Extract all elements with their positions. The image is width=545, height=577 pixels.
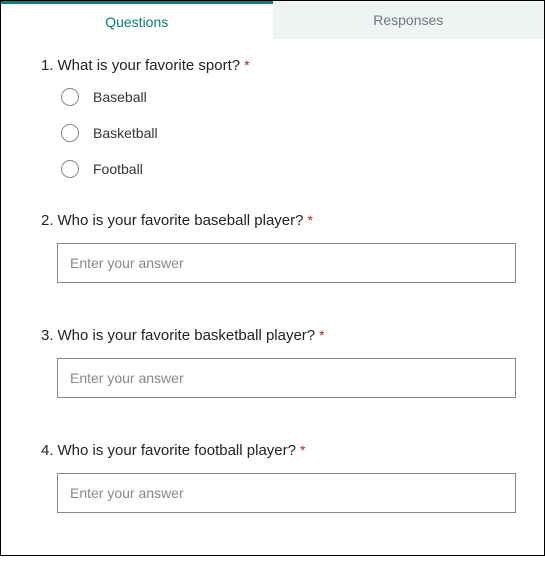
options-group: Baseball Basketball Football xyxy=(41,88,516,178)
required-indicator: * xyxy=(307,212,312,229)
question-heading: 2. Who is your favorite baseball player?… xyxy=(41,212,516,229)
question-text: What is your favorite sport? xyxy=(58,57,241,74)
option-label: Football xyxy=(93,161,143,177)
radio-icon xyxy=(61,160,79,178)
question-number: 4. xyxy=(41,442,54,459)
question-heading: 1. What is your favorite sport? * xyxy=(41,57,516,74)
required-indicator: * xyxy=(244,57,249,74)
form-content: 1. What is your favorite sport? * Baseba… xyxy=(1,39,544,577)
option-baseball[interactable]: Baseball xyxy=(61,88,516,106)
tabs-bar: Questions Responses xyxy=(1,1,544,39)
option-football[interactable]: Football xyxy=(61,160,516,178)
question-4: 4. Who is your favorite football player?… xyxy=(41,442,516,513)
required-indicator: * xyxy=(319,327,324,344)
question-text: Who is your favorite basketball player? xyxy=(58,327,316,344)
question-number: 3. xyxy=(41,327,54,344)
question-1: 1. What is your favorite sport? * Baseba… xyxy=(41,57,516,178)
radio-icon xyxy=(61,124,79,142)
question-heading: 3. Who is your favorite basketball playe… xyxy=(41,327,516,344)
question-3: 3. Who is your favorite basketball playe… xyxy=(41,327,516,398)
question-text: Who is your favorite baseball player? xyxy=(58,212,304,229)
tab-questions[interactable]: Questions xyxy=(1,1,273,39)
radio-icon xyxy=(61,88,79,106)
question-heading: 4. Who is your favorite football player?… xyxy=(41,442,516,459)
tab-responses[interactable]: Responses xyxy=(273,1,545,39)
option-basketball[interactable]: Basketball xyxy=(61,124,516,142)
answer-input[interactable] xyxy=(57,358,516,398)
question-2: 2. Who is your favorite baseball player?… xyxy=(41,212,516,283)
question-text: Who is your favorite football player? xyxy=(58,442,296,459)
question-number: 1. xyxy=(41,57,54,74)
option-label: Basketball xyxy=(93,125,158,141)
answer-input[interactable] xyxy=(57,473,516,513)
question-number: 2. xyxy=(41,212,54,229)
option-label: Baseball xyxy=(93,89,147,105)
answer-input[interactable] xyxy=(57,243,516,283)
required-indicator: * xyxy=(300,442,305,459)
